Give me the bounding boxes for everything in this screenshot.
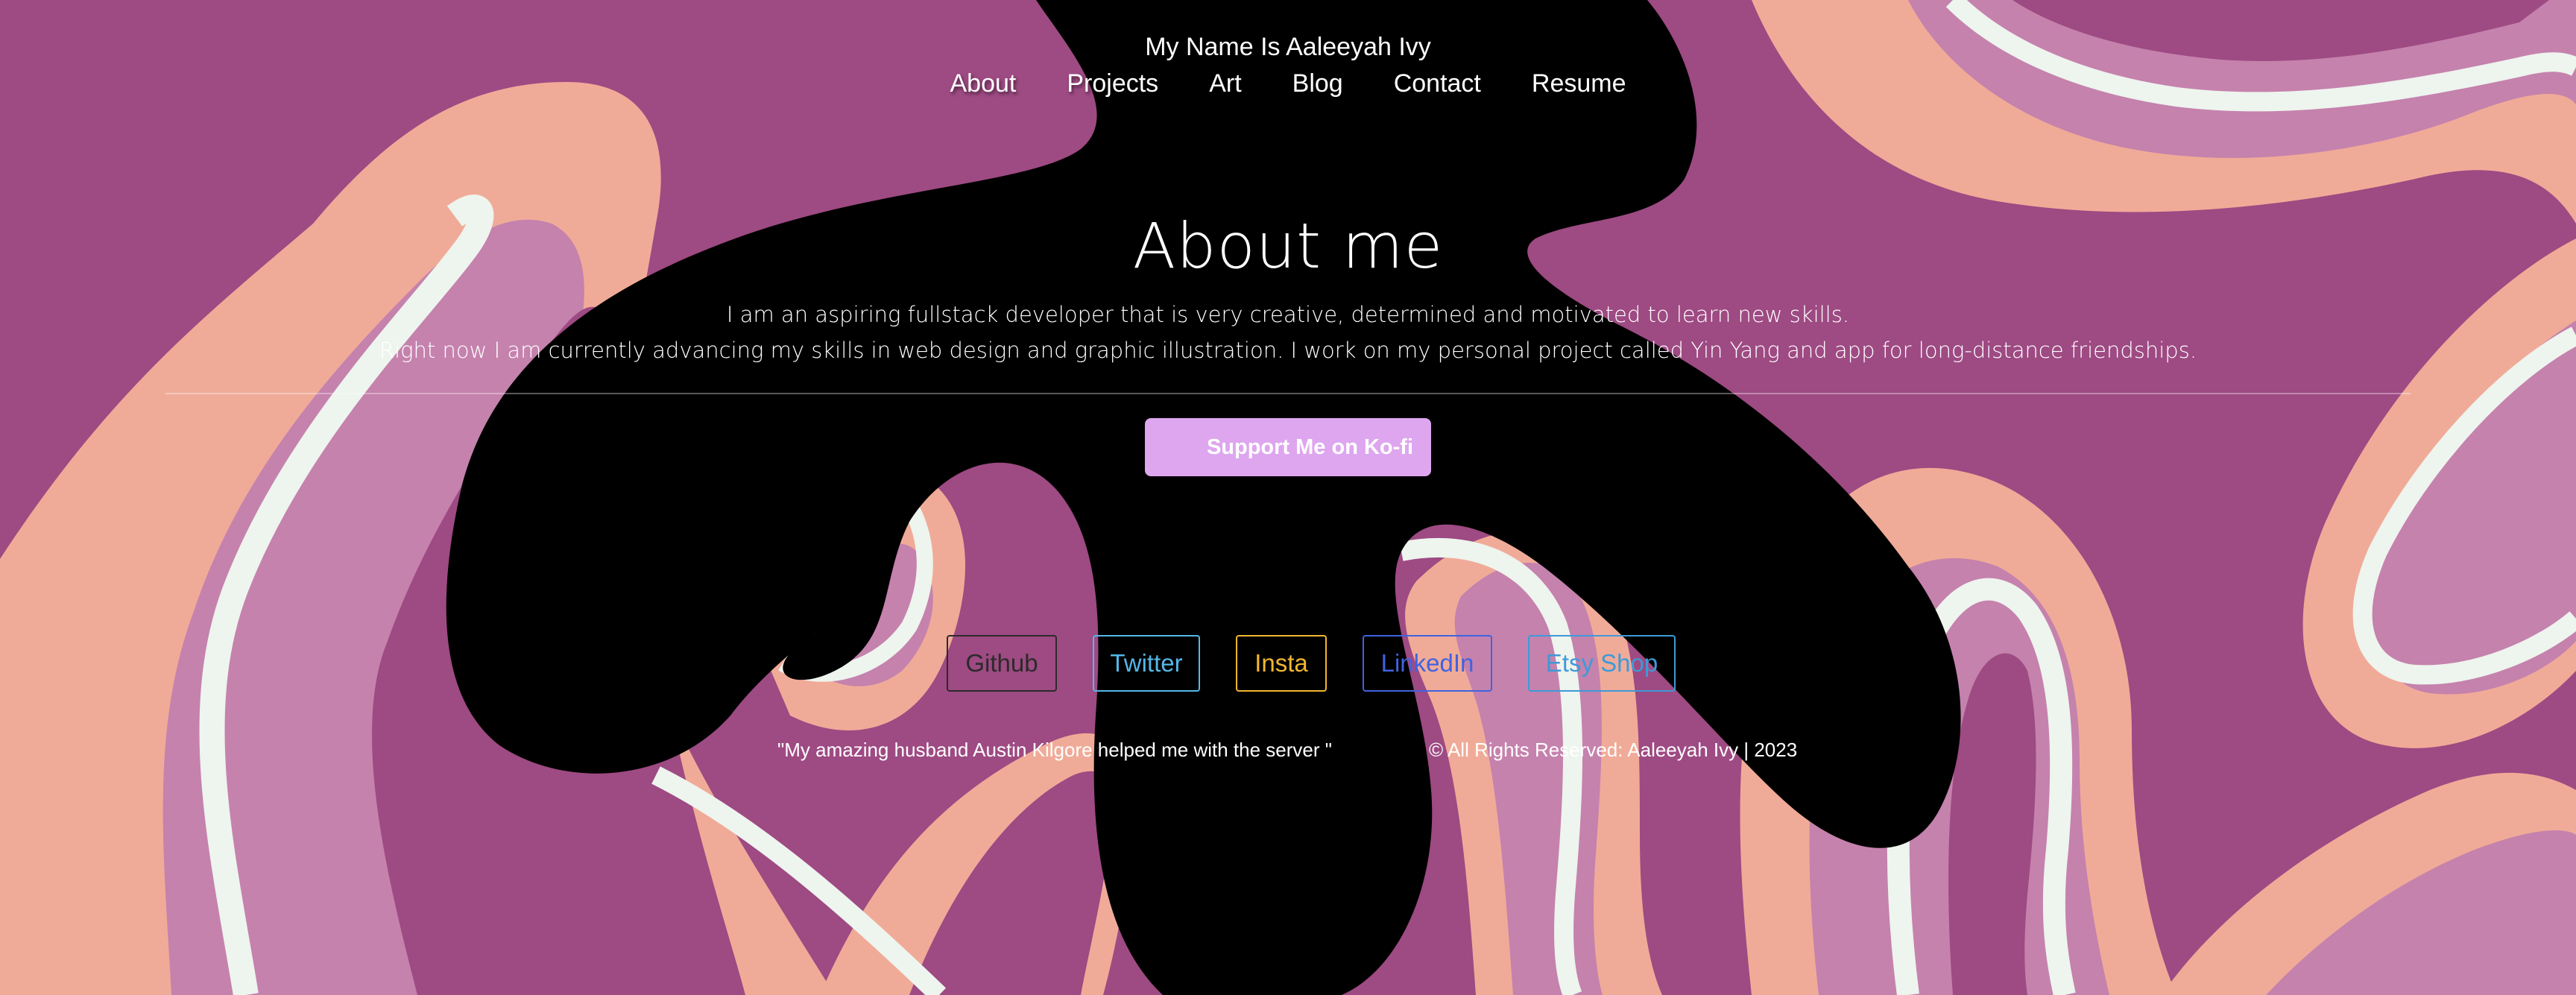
about-text-line-1: I am an aspiring fullstack developer tha… (726, 302, 1850, 327)
about-heading: About me (1132, 209, 1444, 282)
main-nav: About Projects Art Blog Contact Resume (0, 66, 2576, 101)
site-title: My Name Is Aaleeyah Ivy (1145, 33, 1431, 61)
etsy-shop-link-button[interactable]: Etsy Shop (1528, 635, 1676, 692)
footer-credit: "My amazing husband Austin Kilgore helpe… (777, 739, 1332, 761)
github-link-button[interactable]: Github (947, 635, 1057, 692)
nav-about[interactable]: About (925, 66, 1042, 101)
nav-contact[interactable]: Contact (1368, 66, 1506, 101)
linkedin-link-button[interactable]: LinkedIn (1363, 635, 1492, 692)
nav-blog[interactable]: Blog (1267, 66, 1368, 101)
nav-resume[interactable]: Resume (1506, 66, 1652, 101)
insta-link-button[interactable]: Insta (1236, 635, 1327, 692)
about-text-line-2: Right now I am currently advancing my sk… (379, 338, 2197, 363)
nav-art[interactable]: Art (1184, 66, 1266, 101)
nav-projects[interactable]: Projects (1041, 66, 1184, 101)
footer-copyright: © All Rights Reserved: Aaleeyah Ivy | 20… (1429, 739, 1798, 761)
kofi-support-button[interactable]: Support Me on Ko-fi (1145, 418, 1431, 476)
twitter-link-button[interactable]: Twitter (1093, 635, 1200, 692)
divider (165, 393, 2411, 394)
social-links: Github Twitter Insta LinkedIn Etsy Shop (947, 635, 1676, 692)
